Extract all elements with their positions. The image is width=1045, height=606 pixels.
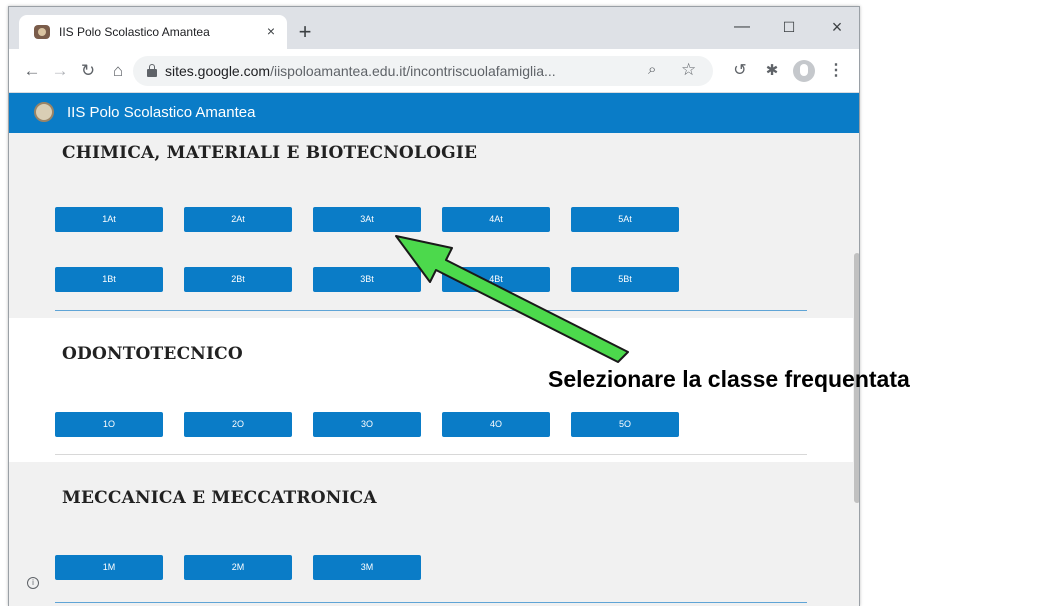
forward-arrow-icon[interactable]: →: [49, 60, 71, 82]
section-divider: [55, 454, 807, 455]
class-button-4bt[interactable]: 4Bt: [442, 267, 550, 292]
class-button-5o[interactable]: 5O: [571, 412, 679, 437]
browser-tab[interactable]: IIS Polo Scolastico Amantea ×: [19, 15, 287, 49]
class-button-3m[interactable]: 3M: [313, 555, 421, 580]
lock-icon[interactable]: [147, 64, 157, 77]
annotation-text: Selezionare la classe frequentata: [548, 366, 910, 392]
bookmark-star-icon[interactable]: ☆: [681, 60, 696, 80]
site-name[interactable]: IIS Polo Scolastico Amantea: [67, 104, 255, 121]
class-button-5bt[interactable]: 5Bt: [571, 267, 679, 292]
reload-icon[interactable]: ↻: [77, 60, 99, 82]
site-favicon-icon: [34, 25, 50, 39]
class-button-2o[interactable]: 2O: [184, 412, 292, 437]
profile-avatar[interactable]: [793, 60, 815, 82]
class-button-2m[interactable]: 2M: [184, 555, 292, 580]
class-button-1at[interactable]: 1At: [55, 207, 163, 232]
address-bar[interactable]: sites.google.com/iispoloamantea.edu.it/i…: [133, 56, 713, 86]
section-title-chimica: CHIMICA, MATERIALI E BIOTECNOLOGIE: [62, 143, 478, 163]
home-icon[interactable]: ⌂: [107, 60, 129, 82]
class-button-3at[interactable]: 3At: [313, 207, 421, 232]
new-tab-button[interactable]: +: [293, 21, 317, 45]
minimize-button[interactable]: —: [722, 15, 762, 39]
url-text[interactable]: sites.google.com/iispoloamantea.edu.it/i…: [165, 63, 556, 79]
section-title-meccanica: MECCANICA E MECCATRONICA: [62, 488, 377, 508]
school-logo-icon[interactable]: [34, 102, 54, 122]
tab-title: IIS Polo Scolastico Amantea: [59, 25, 210, 39]
menu-kebab-icon[interactable]: ⋮: [825, 60, 847, 82]
maximize-button[interactable]: ☐: [769, 15, 809, 39]
section-divider: [55, 310, 807, 311]
section-chimica: CHIMICA, MATERIALI E BIOTECNOLOGIE 1At 2…: [9, 133, 853, 318]
class-button-3o[interactable]: 3O: [313, 412, 421, 437]
class-button-2bt[interactable]: 2Bt: [184, 267, 292, 292]
back-arrow-icon[interactable]: ←: [21, 60, 43, 82]
class-button-5at[interactable]: 5At: [571, 207, 679, 232]
extensions-puzzle-icon[interactable]: ✱: [761, 60, 783, 82]
class-button-1o[interactable]: 1O: [55, 412, 163, 437]
tab-strip: IIS Polo Scolastico Amantea × + — ☐ ×: [9, 7, 859, 49]
browser-window: IIS Polo Scolastico Amantea × + — ☐ × ← …: [8, 6, 860, 606]
class-button-3bt[interactable]: 3Bt: [313, 267, 421, 292]
section-meccanica: MECCANICA E MECCATRONICA 1M 2M 3M: [9, 462, 853, 606]
history-icon[interactable]: ↺: [729, 60, 751, 82]
zoom-icon[interactable]: ⌕: [648, 61, 656, 78]
section-divider: [55, 602, 807, 603]
class-button-2at[interactable]: 2At: [184, 207, 292, 232]
class-button-1m[interactable]: 1M: [55, 555, 163, 580]
tab-close-icon[interactable]: ×: [261, 21, 281, 41]
class-button-4at[interactable]: 4At: [442, 207, 550, 232]
info-icon[interactable]: i: [27, 577, 39, 589]
section-title-odontotecnico: ODONTOTECNICO: [62, 344, 243, 364]
class-button-1bt[interactable]: 1Bt: [55, 267, 163, 292]
class-button-4o[interactable]: 4O: [442, 412, 550, 437]
browser-toolbar: ← → ↻ ⌂ sites.google.com/iispoloamantea.…: [9, 49, 859, 93]
site-header: IIS Polo Scolastico Amantea: [9, 93, 859, 133]
close-window-button[interactable]: ×: [817, 15, 857, 39]
